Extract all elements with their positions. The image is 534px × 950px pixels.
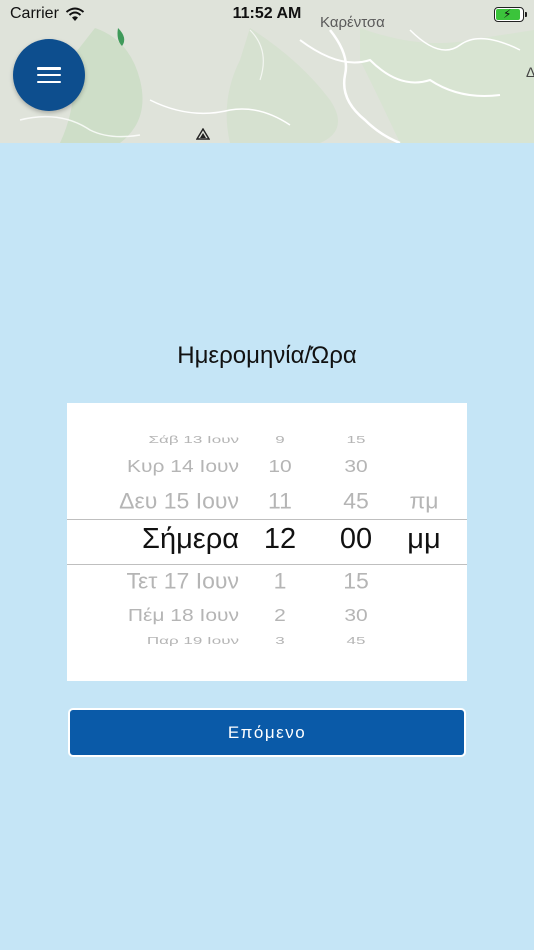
picker-ampm-option[interactable]: πμ <box>399 489 449 514</box>
picker-ampm-column[interactable]: πμ μμ <box>399 403 449 681</box>
status-bar: Carrier 11:52 AM ⚡ <box>0 0 534 28</box>
picker-date-option[interactable]: Σήμερα <box>142 523 239 556</box>
picker-minute-option[interactable]: 15 <box>321 434 391 447</box>
picker-date-option[interactable]: Πέμ 18 Ιουν <box>128 606 239 625</box>
carrier-label: Carrier <box>10 5 59 22</box>
status-left: Carrier <box>10 5 85 23</box>
hamburger-menu-icon <box>37 67 61 83</box>
picker-minute-option[interactable]: 30 <box>321 457 391 476</box>
picker-hour-option[interactable]: 11 <box>250 489 310 514</box>
picker-date-option[interactable]: Δευ 15 Ιουν <box>119 489 239 514</box>
picker-minute-option[interactable]: 45 <box>321 489 391 514</box>
picker-minute-option[interactable]: 15 <box>321 569 391 594</box>
picker-date-option[interactable]: Κυρ 14 Ιουν <box>127 457 239 476</box>
picker-hour-column[interactable]: 9 10 11 12 1 2 3 <box>250 403 310 681</box>
picker-date-column[interactable]: Σάβ 13 Ιουν Κυρ 14 Ιουν Δευ 15 Ιουν Σήμερα Τ… <box>67 403 239 681</box>
battery-charging-icon: ⚡ <box>494 6 527 22</box>
picker-date-option[interactable]: Παρ 19 Ιουν <box>147 635 239 648</box>
picker-hour-option[interactable]: 12 <box>250 523 310 556</box>
picker-date-option[interactable]: Τετ 17 Ιουν <box>127 569 239 594</box>
picker-selection-top-line <box>67 519 467 520</box>
picker-selection-bottom-line <box>67 564 467 565</box>
next-button[interactable]: Επόμενο <box>68 708 466 757</box>
picker-minute-option[interactable]: 30 <box>321 606 391 625</box>
picker-minute-column[interactable]: 15 30 45 00 15 30 45 <box>321 403 391 681</box>
picker-hour-option[interactable]: 2 <box>250 606 310 625</box>
page-title: Ημερομηνία/Ώρα <box>177 342 357 369</box>
picker-hour-option[interactable]: 3 <box>250 635 310 648</box>
picker-minute-option[interactable]: 00 <box>321 523 391 556</box>
picker-hour-option[interactable]: 10 <box>250 457 310 476</box>
picker-hour-option[interactable]: 1 <box>250 569 310 594</box>
wifi-icon <box>65 7 85 21</box>
picker-minute-option[interactable]: 45 <box>321 635 391 648</box>
peak-triangle-icon <box>196 128 210 140</box>
picker-date-option[interactable]: Σάβ 13 Ιουν <box>149 434 239 447</box>
date-time-picker[interactable]: Σάβ 13 Ιουν Κυρ 14 Ιουν Δευ 15 Ιουν Σήμερα Τ… <box>67 403 467 681</box>
picker-hour-option[interactable]: 9 <box>250 434 310 447</box>
menu-button[interactable] <box>13 39 85 111</box>
map-edge-label: Δ <box>526 64 534 80</box>
picker-ampm-option[interactable]: μμ <box>399 523 449 556</box>
